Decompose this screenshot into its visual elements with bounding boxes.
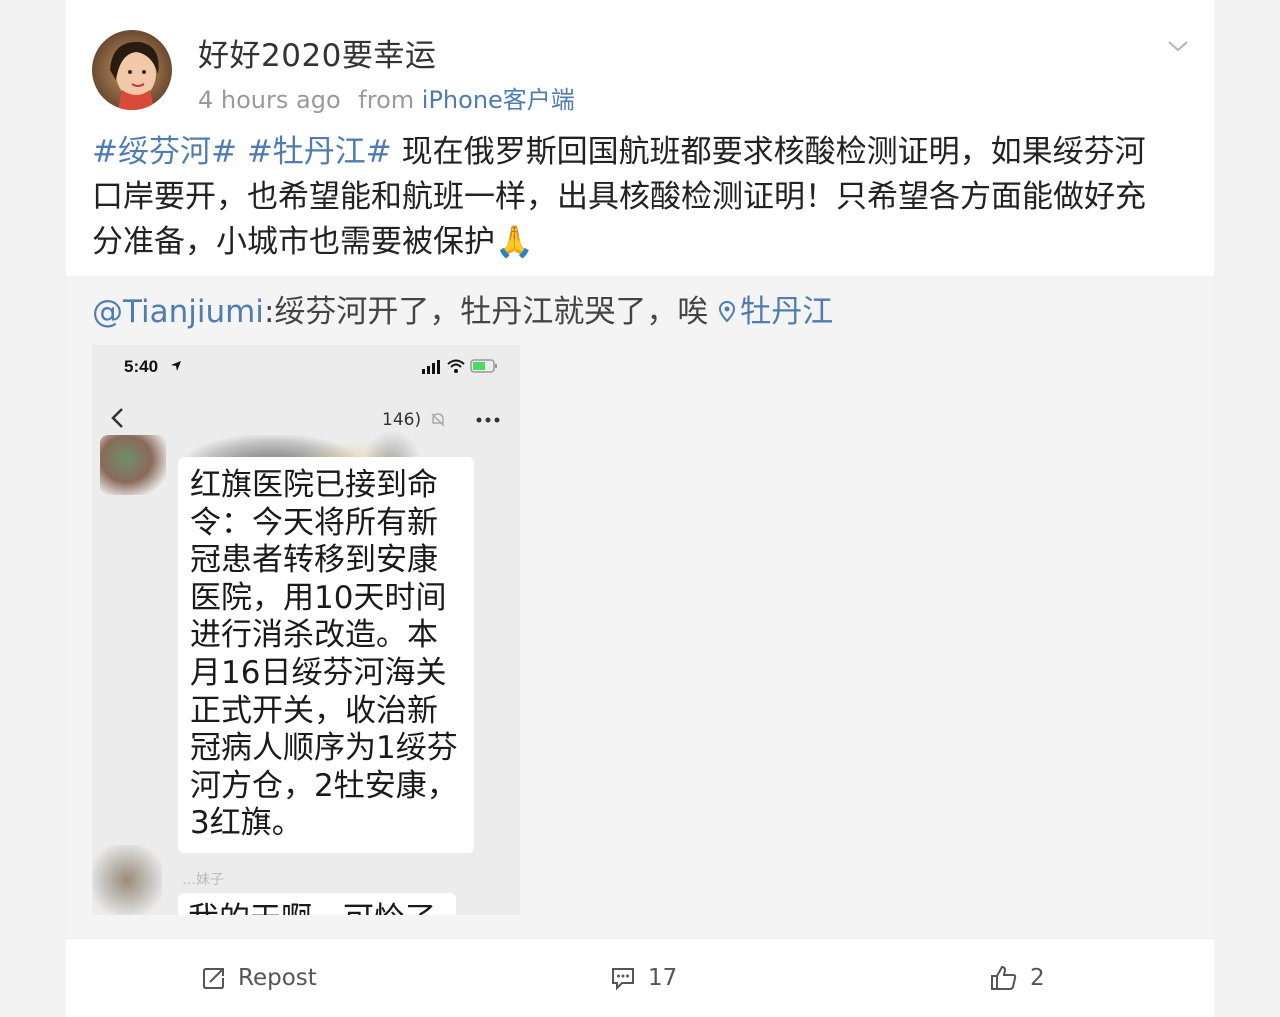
praying-hands-emoji: 🙏 <box>495 224 534 260</box>
location-pin-icon <box>719 300 736 323</box>
status-time: 5:40 <box>124 357 159 376</box>
repost-text: :绥芬河开了，牡丹江就哭了，唉 <box>263 294 709 330</box>
avatar[interactable] <box>92 30 172 110</box>
repost-button[interactable]: Repost <box>202 963 317 993</box>
from-label: from <box>358 86 415 114</box>
location-arrow-icon <box>171 361 181 371</box>
chat-message-bubble: 我的天啊，可怜了 <box>178 893 456 915</box>
phone-status-bar: 5:40 <box>92 345 520 385</box>
comment-count: 17 <box>648 965 678 991</box>
back-icon[interactable] <box>110 407 124 429</box>
like-button[interactable]: 2 <box>990 963 1045 993</box>
action-bar: Repost 17 2 <box>66 938 1214 1017</box>
post-body: #绥芬河# #牡丹江# 现在俄罗斯回国航班都要求核酸检测证明，如果绥芬河口岸要开… <box>92 130 1172 265</box>
repost-line: @Tianjiumi:绥芬河开了，牡丹江就哭了，唉 牡丹江 <box>92 290 833 335</box>
post-meta: 4 hours ago from iPhone客户端 <box>198 80 575 115</box>
post-header: 好好2020要幸运 4 hours ago from iPhone客户端 <box>66 0 1214 120</box>
sender-avatar <box>92 845 162 915</box>
location-label: 牡丹江 <box>740 294 834 330</box>
weibo-post-card: 好好2020要幸运 4 hours ago from iPhone客户端 #绥芬… <box>66 0 1214 1017</box>
comment-icon <box>612 968 634 990</box>
chat-message-bubble: 红旗医院已接到命 令：今天将所有新 冠患者转移到安康 医院，用10天时间 进行消… <box>178 457 474 853</box>
signal-icon <box>422 360 440 374</box>
repost-icon <box>203 968 224 989</box>
repost-label: Repost <box>238 965 317 991</box>
comment-button[interactable]: 17 <box>610 963 677 993</box>
chat-title: 146) <box>382 410 422 430</box>
sender-avatar <box>100 435 166 495</box>
attached-image[interactable]: 5:40 146) 红旗医院已接到命 令：今天将所有新 冠患者转移到安康 医院，… <box>92 345 520 915</box>
username[interactable]: 好好2020要幸运 <box>198 30 436 75</box>
like-icon <box>991 965 1017 990</box>
mute-icon <box>431 413 445 427</box>
battery-icon <box>470 359 497 373</box>
mention-link[interactable]: @Tianjiumi <box>92 294 264 330</box>
more-icon[interactable] <box>476 417 500 423</box>
post-source[interactable]: iPhone客户端 <box>422 86 575 114</box>
post-time: 4 hours ago <box>198 86 341 114</box>
like-count: 2 <box>1030 965 1045 991</box>
location-link[interactable]: 牡丹江 <box>718 294 833 330</box>
hashtag-suifenhe[interactable]: #绥芬河# <box>92 134 237 170</box>
reposted-content[interactable]: @Tianjiumi:绥芬河开了，牡丹江就哭了，唉 牡丹江 5:40 146) … <box>66 276 1214 938</box>
wifi-icon <box>447 359 465 373</box>
sender-name: …妹子 <box>182 872 224 888</box>
chevron-down-icon[interactable] <box>1166 34 1190 58</box>
hashtag-mudanjiang[interactable]: #牡丹江# <box>247 134 392 170</box>
